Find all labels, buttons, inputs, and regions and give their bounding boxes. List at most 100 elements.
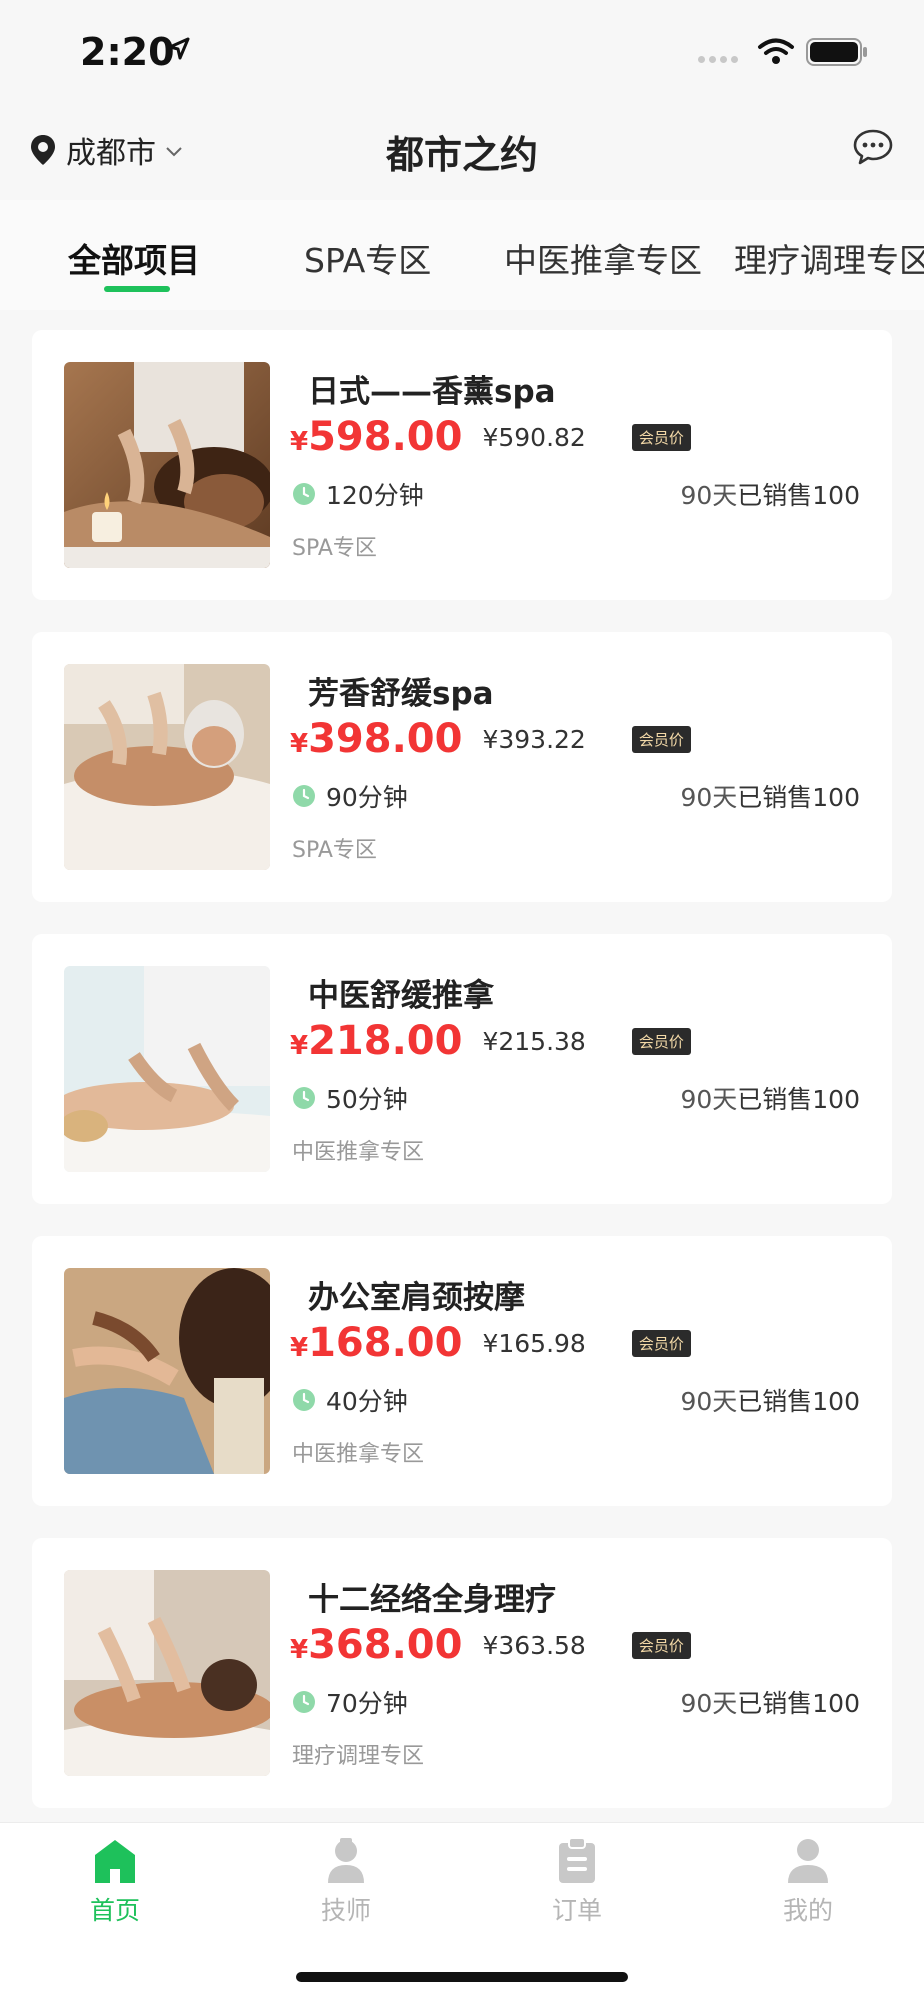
- status-time: 2:20: [80, 30, 175, 74]
- tab-technician[interactable]: 技师: [286, 1837, 406, 1927]
- battery-icon: [806, 38, 867, 66]
- price: 598.00: [308, 414, 463, 460]
- signal-icon: [698, 56, 738, 63]
- product-image: [64, 966, 270, 1172]
- sales-days: 90天: [680, 783, 738, 812]
- tab-orders[interactable]: 订单: [517, 1837, 637, 1927]
- user-icon: [788, 1839, 828, 1883]
- tab-all[interactable]: 全部项目: [68, 234, 200, 282]
- price-currency: ¥: [290, 729, 309, 759]
- member-price: ¥590.82: [482, 422, 586, 452]
- product-category: SPA专区: [292, 838, 377, 863]
- sales-count: 已销售100: [737, 1387, 860, 1416]
- duration: 50分钟: [326, 1085, 408, 1114]
- home-icon: [95, 1840, 135, 1883]
- tab-spa[interactable]: SPA专区: [304, 234, 431, 282]
- sales-count: 已销售100: [737, 481, 860, 510]
- wifi-icon: [758, 38, 794, 64]
- price-currency: ¥: [290, 1635, 309, 1665]
- duration: 120分钟: [326, 481, 424, 510]
- price-currency: ¥: [290, 1333, 309, 1363]
- status-bar: 2:20: [0, 0, 924, 104]
- member-price-badge: 会员价: [631, 423, 691, 451]
- duration: 40分钟: [326, 1387, 408, 1416]
- sales-count: 已销售100: [737, 1689, 860, 1718]
- product-card[interactable]: 十二经络全身理疗 ¥ 368.00 ¥363.58 会员价 70分钟 90天已销…: [32, 1538, 892, 1808]
- price: 218.00: [308, 1018, 463, 1064]
- clock-icon: [293, 1691, 315, 1713]
- product-title: 芳香舒缓spa: [308, 676, 494, 712]
- sales-info: 90天已销售100: [680, 778, 860, 814]
- clock-icon: [293, 1087, 315, 1109]
- message-icon[interactable]: [852, 128, 894, 166]
- product-title: 十二经络全身理疗: [308, 1582, 556, 1618]
- price-row: ¥ 218.00 ¥215.38 会员价: [290, 1018, 691, 1064]
- price-row: ¥ 368.00 ¥363.58 会员价: [290, 1622, 691, 1668]
- nav-bar: 成都市 都市之约: [0, 104, 924, 200]
- tab-home[interactable]: 首页: [55, 1837, 175, 1927]
- duration: 70分钟: [326, 1689, 408, 1718]
- price: 168.00: [308, 1320, 463, 1366]
- product-card[interactable]: 芳香舒缓spa ¥ 398.00 ¥393.22 会员价 90分钟 90天已销售…: [32, 632, 892, 902]
- duration-row: 50分钟: [292, 1080, 408, 1116]
- duration-row: 40分钟: [292, 1382, 408, 1418]
- member-price-badge: 会员价: [631, 725, 691, 753]
- member-price: ¥363.58: [482, 1630, 586, 1660]
- product-title: 日式——香薰spa: [308, 374, 556, 410]
- product-image: [64, 362, 270, 568]
- price-currency: ¥: [290, 427, 309, 457]
- member-price: ¥165.98: [482, 1328, 586, 1358]
- sales-count: 已销售100: [737, 1085, 860, 1114]
- product-category: 中医推拿专区: [292, 1140, 425, 1165]
- product-image: [64, 1570, 270, 1776]
- sales-count: 已销售100: [737, 783, 860, 812]
- product-title: 办公室肩颈按摩: [308, 1280, 525, 1316]
- page-title: 都市之约: [385, 133, 538, 177]
- technician-icon: [328, 1838, 364, 1883]
- price-currency: ¥: [290, 1031, 309, 1061]
- tab-tcm-massage[interactable]: 中医推拿专区: [504, 234, 702, 282]
- location-arrow-icon: [168, 37, 190, 60]
- tab-label: 技师: [320, 1896, 371, 1925]
- product-category: SPA专区: [292, 536, 377, 561]
- clock-icon: [293, 1389, 315, 1411]
- sales-info: 90天已销售100: [680, 1382, 860, 1418]
- duration-row: 120分钟: [292, 476, 424, 512]
- tab-therapy[interactable]: 理疗调理专区: [734, 234, 924, 282]
- member-price: ¥215.38: [482, 1026, 586, 1056]
- member-price-badge: 会员价: [631, 1027, 691, 1055]
- sales-days: 90天: [680, 1085, 738, 1114]
- price-row: ¥ 598.00 ¥590.82 会员价: [290, 414, 691, 460]
- sales-days: 90天: [680, 1689, 738, 1718]
- member-price-badge: 会员价: [631, 1631, 691, 1659]
- product-card[interactable]: 办公室肩颈按摩 ¥ 168.00 ¥165.98 会员价 40分钟 90天已销售…: [32, 1236, 892, 1506]
- sales-info: 90天已销售100: [680, 1684, 860, 1720]
- tab-label: 首页: [89, 1896, 140, 1925]
- product-image: [64, 1268, 270, 1474]
- duration-row: 90分钟: [292, 778, 408, 814]
- product-card[interactable]: 中医舒缓推拿 ¥ 218.00 ¥215.38 会员价 50分钟 90天已销售1…: [32, 934, 892, 1204]
- price-row: ¥ 168.00 ¥165.98 会员价: [290, 1320, 691, 1366]
- sales-days: 90天: [680, 1387, 738, 1416]
- price-row: ¥ 398.00 ¥393.22 会员价: [290, 716, 691, 762]
- clipboard-icon: [559, 1837, 595, 1883]
- tab-label: 我的: [782, 1896, 833, 1925]
- price: 398.00: [308, 716, 463, 762]
- product-title: 中医舒缓推拿: [308, 978, 494, 1014]
- tab-indicator: [104, 286, 170, 292]
- price: 368.00: [308, 1622, 463, 1668]
- tab-profile[interactable]: 我的: [748, 1837, 868, 1927]
- duration: 90分钟: [326, 783, 408, 812]
- home-indicator: [296, 1972, 628, 1982]
- sales-info: 90天已销售100: [680, 476, 860, 512]
- category-tabs: 全部项目 SPA专区 中医推拿专区 理疗调理专区: [0, 200, 924, 310]
- product-category: 理疗调理专区: [292, 1744, 425, 1769]
- sales-days: 90天: [680, 481, 738, 510]
- sales-info: 90天已销售100: [680, 1080, 860, 1116]
- product-card[interactable]: 日式——香薰spa ¥ 598.00 ¥590.82 会员价 120分钟 90天…: [32, 330, 892, 600]
- clock-icon: [293, 785, 315, 807]
- member-price-badge: 会员价: [631, 1329, 691, 1357]
- clock-icon: [293, 483, 315, 505]
- product-category: 中医推拿专区: [292, 1442, 425, 1467]
- duration-row: 70分钟: [292, 1684, 408, 1720]
